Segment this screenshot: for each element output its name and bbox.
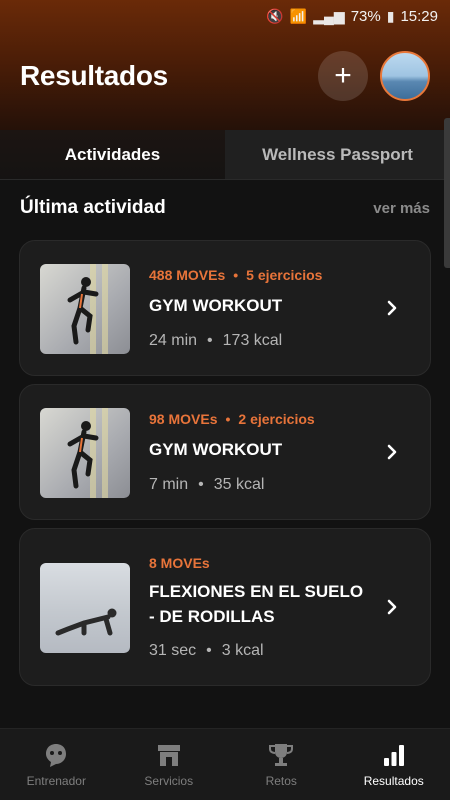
activity-thumbnail [40, 264, 130, 354]
activity-thumbnail [40, 563, 130, 653]
nav-item-entrenador[interactable]: Entrenador [0, 729, 113, 800]
avatar[interactable] [380, 51, 430, 101]
activity-title-line: FLEXIONES EN EL SUELO [149, 582, 364, 601]
nav-item-resultados[interactable]: Resultados [338, 729, 450, 800]
nav-label: Resultados [363, 773, 424, 788]
activity-title: GYM WORKOUT [149, 293, 379, 318]
exercise-count: 5 ejercicios [246, 267, 323, 283]
nav-label: Servicios [144, 773, 194, 788]
activity-thumbnail [40, 408, 130, 498]
trophy-icon [269, 743, 294, 766]
activity-title: FLEXIONES EN EL SUELO - DE RODILLAS [149, 579, 379, 629]
moves-count: 98 MOVEs [149, 411, 218, 427]
athlete-figure-icon [67, 277, 99, 345]
activity-kcal: 35 kcal [213, 476, 265, 493]
moves-count: 8 MOVEs [149, 555, 210, 571]
battery-percent: 73% [350, 7, 381, 25]
clock: 15:29 [400, 7, 438, 25]
add-activity-button[interactable]: + [318, 51, 368, 101]
wifi-icon: 📶 [289, 7, 308, 24]
athlete-figure-icon [67, 421, 99, 489]
activity-meta: 488 MOVEs • 5 ejercicios [149, 267, 323, 283]
bottom-nav: Entrenador Servicios Retos Resultados [0, 728, 450, 800]
activity-meta: 8 MOVEs [149, 555, 210, 571]
mute-icon: 🔇 [266, 7, 284, 24]
battery-icon: ▮ [386, 7, 395, 24]
chevron-right-icon [387, 444, 397, 460]
status-bar: 🔇 📶 ▂▄▆ 73% ▮ 15:29 [0, 0, 450, 32]
activity-stats: 24 min • 173 kcal [149, 332, 283, 349]
coach-icon [46, 743, 67, 767]
nav-item-servicios[interactable]: Servicios [113, 729, 226, 800]
header-actions: + [318, 51, 430, 101]
activity-kcal: 3 kcal [221, 642, 264, 659]
see-more-link[interactable]: ver más [373, 200, 430, 217]
activity-card[interactable]: 8 MOVEs FLEXIONES EN EL SUELO - DE RODIL… [19, 528, 431, 686]
tab-bar: Actividades Wellness Passport [0, 130, 450, 180]
activity-title-line: GYM WORKOUT [149, 440, 283, 459]
plus-icon: + [334, 59, 352, 92]
activity-duration: 31 sec [149, 642, 197, 659]
nav-label: Entrenador [26, 773, 86, 788]
activity-stats: 7 min • 35 kcal [149, 476, 265, 493]
section-title: Última actividad [20, 197, 166, 218]
activity-duration: 7 min [149, 476, 189, 493]
chevron-right-icon [387, 300, 397, 316]
section-header: Última actividad ver más [20, 194, 430, 222]
bar-chart-icon [383, 744, 404, 766]
moves-count: 488 MOVEs [149, 267, 226, 283]
nav-label: Retos [265, 773, 297, 788]
store-icon [157, 744, 180, 766]
chevron-right-icon [387, 599, 397, 615]
tab-actividades[interactable]: Actividades [0, 130, 225, 179]
activity-title-line: GYM WORKOUT [149, 296, 283, 315]
nav-item-retos[interactable]: Retos [225, 729, 338, 800]
activity-stats: 31 sec • 3 kcal [149, 642, 264, 659]
pushup-figure-icon [55, 608, 117, 636]
signal-icon: ▂▄▆ [313, 7, 345, 24]
activity-meta: 98 MOVEs • 2 ejercicios [149, 411, 315, 427]
header: Resultados + [20, 50, 430, 102]
page-title: Resultados [20, 60, 168, 91]
activity-duration: 24 min [149, 332, 198, 349]
activity-card[interactable]: 488 MOVEs • 5 ejercicios GYM WORKOUT 24 mi… [19, 240, 431, 376]
exercise-count: 2 ejercicios [238, 411, 315, 427]
activity-card[interactable]: 98 MOVEs • 2 ejercicios GYM WORKOUT 7 min •… [19, 384, 431, 520]
activity-title: GYM WORKOUT [149, 437, 379, 462]
tab-wellness-passport[interactable]: Wellness Passport [225, 130, 450, 179]
activity-title-line: - DE RODILLAS [149, 607, 275, 626]
scrollbar[interactable] [444, 118, 450, 268]
activity-kcal: 173 kcal [222, 332, 283, 349]
